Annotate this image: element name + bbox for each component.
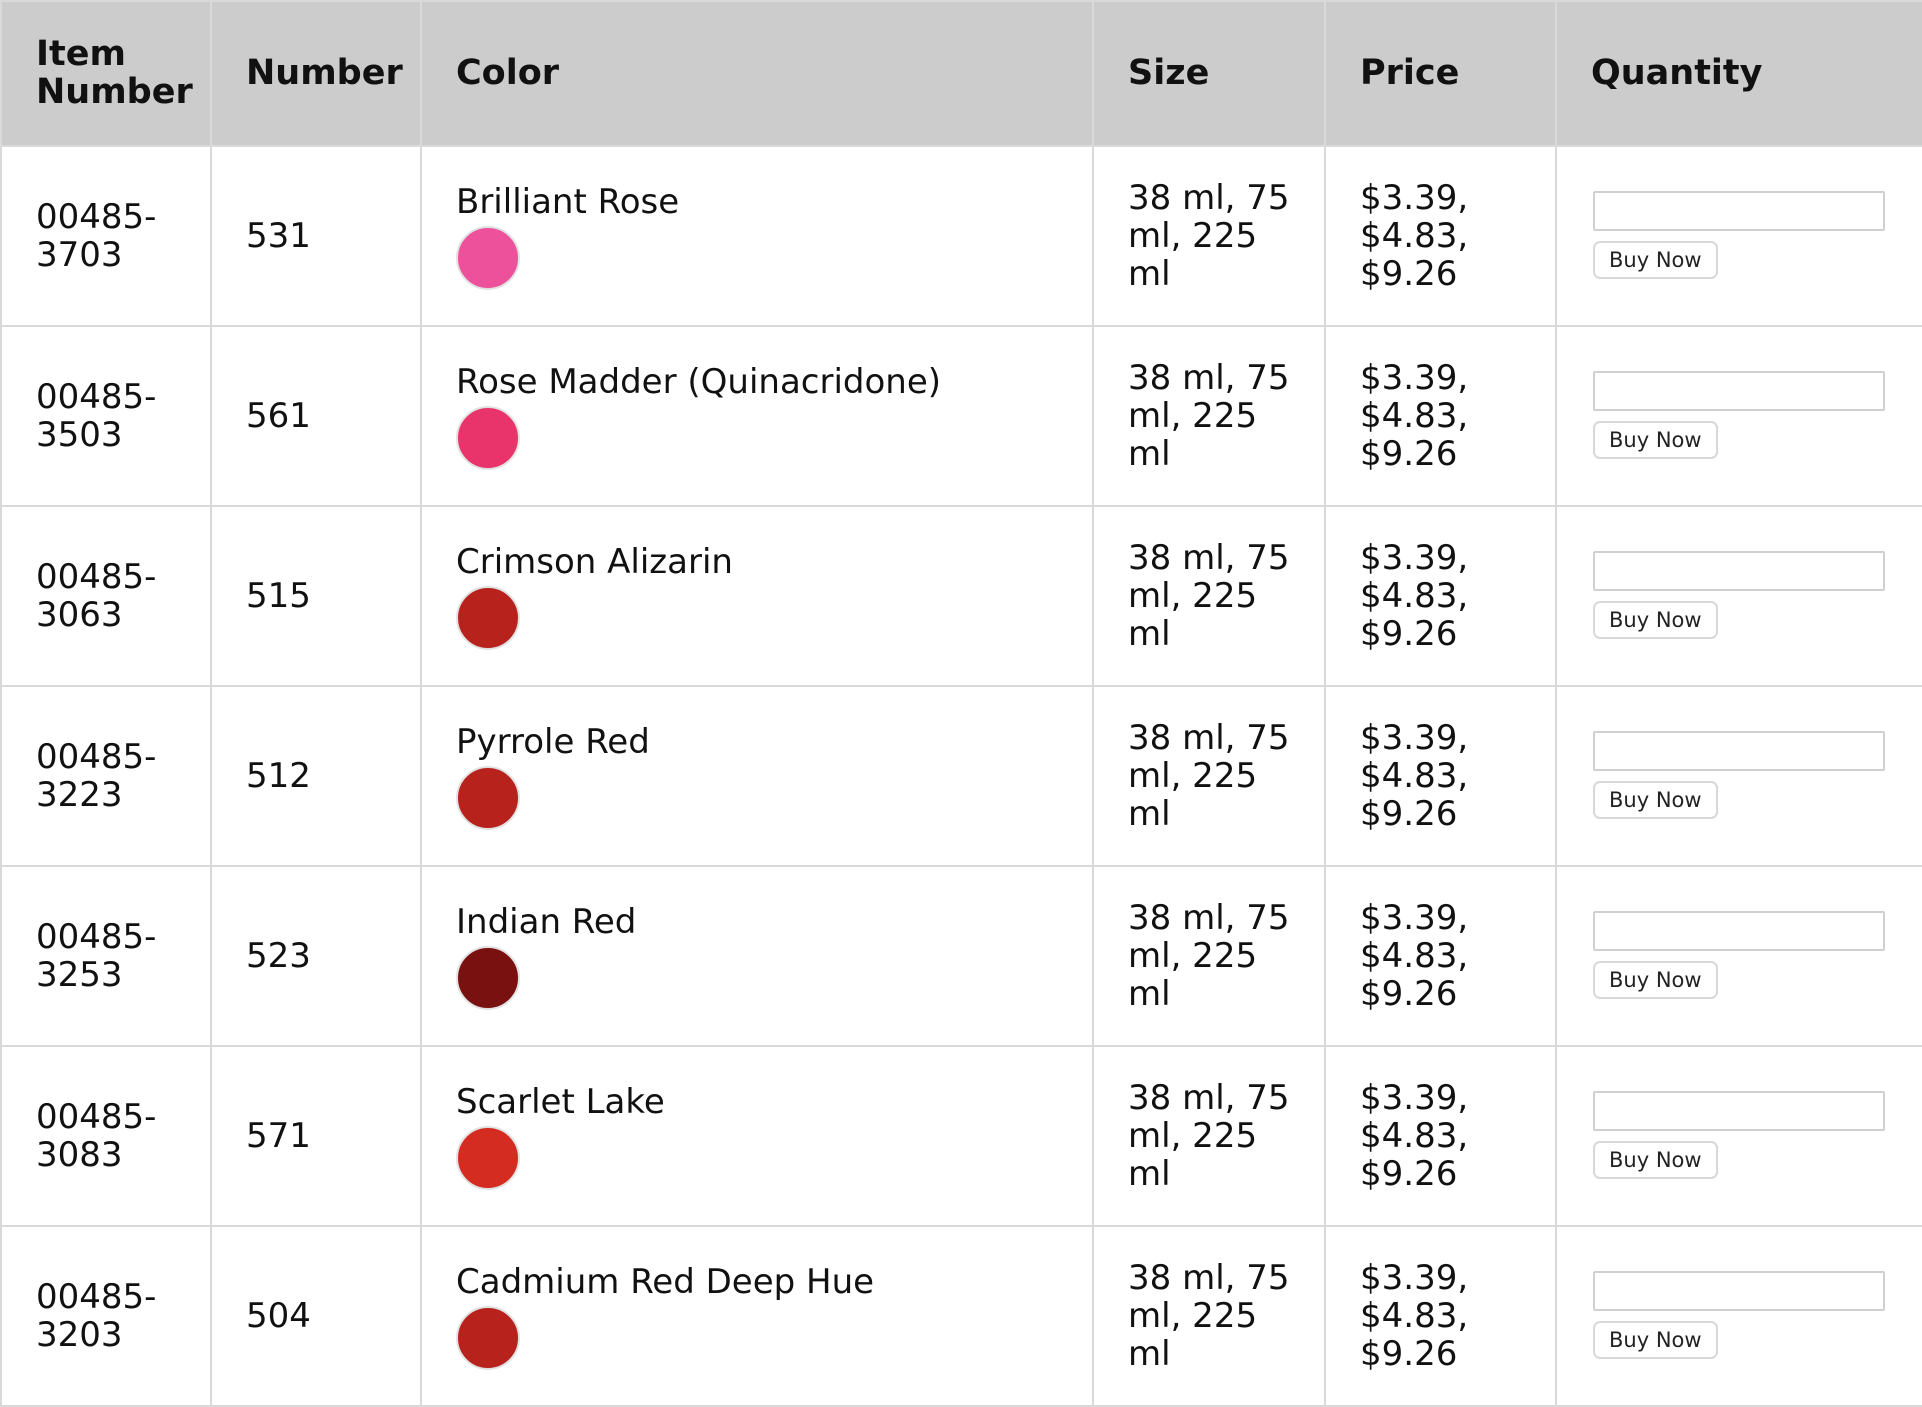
- table-body: 00485-3703 531 Brilliant Rose 38 ml, 75 …: [0, 145, 1922, 1407]
- number-cell: 561: [210, 325, 422, 507]
- quantity-input[interactable]: [1593, 1271, 1885, 1311]
- color-cell: Cadmium Red Deep Hue: [420, 1225, 1094, 1407]
- color-name: Rose Madder (Quinacridone): [456, 362, 942, 402]
- quantity-input[interactable]: [1593, 371, 1885, 411]
- size-cell: 38 ml, 75 ml, 225 ml: [1092, 1225, 1326, 1407]
- color-cell: Indian Red: [420, 865, 1094, 1047]
- table-row: 00485-3253 523 Indian Red 38 ml, 75 ml, …: [0, 865, 1922, 1047]
- size-cell: 38 ml, 75 ml, 225 ml: [1092, 505, 1326, 687]
- size-cell: 38 ml, 75 ml, 225 ml: [1092, 685, 1326, 867]
- table-row: 00485-3083 571 Scarlet Lake 38 ml, 75 ml…: [0, 1045, 1922, 1227]
- color-swatch: [456, 406, 520, 470]
- price-cell: $3.39, $4.83, $9.26: [1324, 865, 1557, 1047]
- quantity-input[interactable]: [1593, 1091, 1885, 1131]
- buy-now-button[interactable]: Buy Now: [1593, 421, 1718, 459]
- color-swatch: [456, 1126, 520, 1190]
- color-cell: Crimson Alizarin: [420, 505, 1094, 687]
- quantity-input[interactable]: [1593, 191, 1885, 231]
- color-swatch: [456, 226, 520, 290]
- table-row: 00485-3063 515 Crimson Alizarin 38 ml, 7…: [0, 505, 1922, 687]
- header-quantity: Quantity: [1555, 0, 1922, 147]
- header-size: Size: [1092, 0, 1326, 147]
- header-color: Color: [420, 0, 1094, 147]
- size-cell: 38 ml, 75 ml, 225 ml: [1092, 145, 1326, 327]
- quantity-input[interactable]: [1593, 911, 1885, 951]
- table-row: 00485-3503 561 Rose Madder (Quinacridone…: [0, 325, 1922, 507]
- color-name: Cadmium Red Deep Hue: [456, 1262, 875, 1302]
- item-number-cell: 00485-3203: [0, 1225, 212, 1407]
- header-item-number: Item Number: [0, 0, 212, 147]
- size-cell: 38 ml, 75 ml, 225 ml: [1092, 865, 1326, 1047]
- color-name: Scarlet Lake: [456, 1082, 665, 1122]
- quantity-input[interactable]: [1593, 551, 1885, 591]
- table-row: 00485-3223 512 Pyrrole Red 38 ml, 75 ml,…: [0, 685, 1922, 867]
- color-swatch: [456, 766, 520, 830]
- color-swatch: [456, 1306, 520, 1370]
- quantity-cell: Buy Now: [1555, 505, 1922, 687]
- item-number-cell: 00485-3063: [0, 505, 212, 687]
- table-header: Item Number Number Color Size Price Quan…: [0, 0, 1922, 147]
- number-cell: 531: [210, 145, 422, 327]
- item-number-cell: 00485-3253: [0, 865, 212, 1047]
- color-swatch: [456, 946, 520, 1010]
- color-cell: Scarlet Lake: [420, 1045, 1094, 1227]
- item-number-cell: 00485-3503: [0, 325, 212, 507]
- header-row: Item Number Number Color Size Price Quan…: [0, 0, 1922, 147]
- quantity-cell: Buy Now: [1555, 1045, 1922, 1227]
- product-table: Item Number Number Color Size Price Quan…: [0, 0, 1922, 1407]
- color-name: Indian Red: [456, 902, 637, 942]
- price-cell: $3.39, $4.83, $9.26: [1324, 145, 1557, 327]
- item-number-cell: 00485-3223: [0, 685, 212, 867]
- color-swatch: [456, 586, 520, 650]
- color-cell: Rose Madder (Quinacridone): [420, 325, 1094, 507]
- quantity-input[interactable]: [1593, 731, 1885, 771]
- number-cell: 571: [210, 1045, 422, 1227]
- buy-now-button[interactable]: Buy Now: [1593, 961, 1718, 999]
- quantity-cell: Buy Now: [1555, 685, 1922, 867]
- table-row: 00485-3703 531 Brilliant Rose 38 ml, 75 …: [0, 145, 1922, 327]
- price-cell: $3.39, $4.83, $9.26: [1324, 505, 1557, 687]
- table-row: 00485-3203 504 Cadmium Red Deep Hue 38 m…: [0, 1225, 1922, 1407]
- color-name: Brilliant Rose: [456, 182, 680, 222]
- quantity-cell: Buy Now: [1555, 325, 1922, 507]
- size-cell: 38 ml, 75 ml, 225 ml: [1092, 1045, 1326, 1227]
- quantity-cell: Buy Now: [1555, 1225, 1922, 1407]
- price-cell: $3.39, $4.83, $9.26: [1324, 685, 1557, 867]
- color-cell: Pyrrole Red: [420, 685, 1094, 867]
- price-cell: $3.39, $4.83, $9.26: [1324, 1045, 1557, 1227]
- number-cell: 512: [210, 685, 422, 867]
- size-cell: 38 ml, 75 ml, 225 ml: [1092, 325, 1326, 507]
- price-cell: $3.39, $4.83, $9.26: [1324, 325, 1557, 507]
- number-cell: 504: [210, 1225, 422, 1407]
- header-price: Price: [1324, 0, 1557, 147]
- item-number-cell: 00485-3703: [0, 145, 212, 327]
- color-name: Crimson Alizarin: [456, 542, 733, 582]
- quantity-cell: Buy Now: [1555, 145, 1922, 327]
- header-number: Number: [210, 0, 422, 147]
- color-cell: Brilliant Rose: [420, 145, 1094, 327]
- buy-now-button[interactable]: Buy Now: [1593, 241, 1718, 279]
- item-number-cell: 00485-3083: [0, 1045, 212, 1227]
- buy-now-button[interactable]: Buy Now: [1593, 601, 1718, 639]
- buy-now-button[interactable]: Buy Now: [1593, 781, 1718, 819]
- quantity-cell: Buy Now: [1555, 865, 1922, 1047]
- buy-now-button[interactable]: Buy Now: [1593, 1321, 1718, 1359]
- number-cell: 523: [210, 865, 422, 1047]
- price-cell: $3.39, $4.83, $9.26: [1324, 1225, 1557, 1407]
- number-cell: 515: [210, 505, 422, 687]
- color-name: Pyrrole Red: [456, 722, 650, 762]
- buy-now-button[interactable]: Buy Now: [1593, 1141, 1718, 1179]
